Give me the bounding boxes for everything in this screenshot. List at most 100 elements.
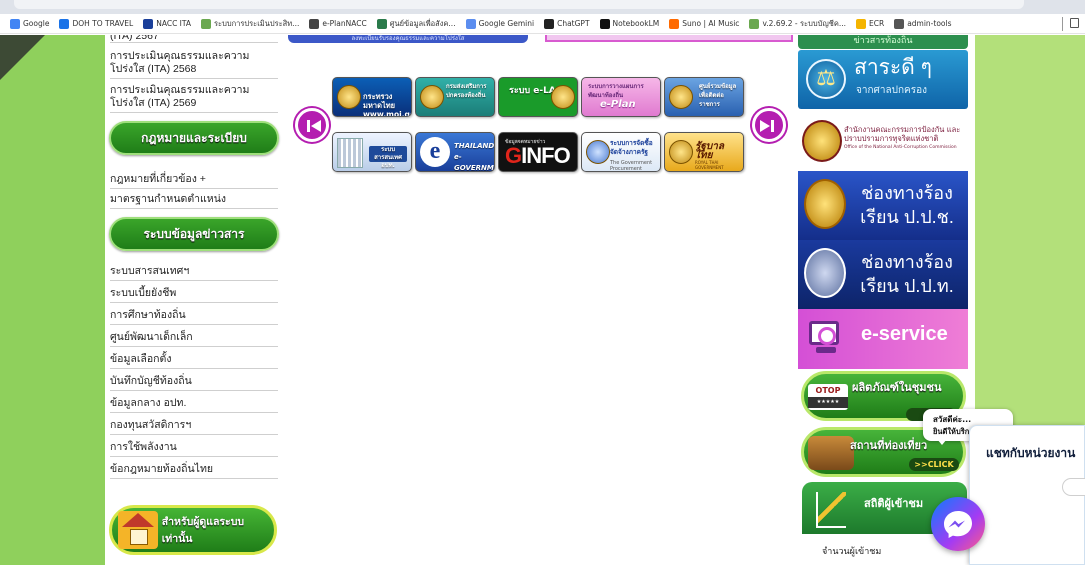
slider-next-button[interactable] <box>752 108 786 142</box>
all-bookmarks-folder-icon[interactable] <box>1070 18 1079 28</box>
data-center-icon <box>376 18 387 29</box>
browser-tab-strip <box>0 0 1085 14</box>
greeting-line-1: สวัสดีค่ะ... <box>933 415 972 424</box>
sidebar-link-ita-2568[interactable]: การประเมินคุณธรรมและความโปร่งใส (ITA) 25… <box>110 49 278 79</box>
home-icon <box>309 18 320 29</box>
bookmark-item[interactable]: ECR <box>856 18 884 29</box>
sidebar-link-info-system[interactable]: ระบบสารสนเทศฯ <box>110 264 278 281</box>
otop-title: ผลิตภัณฑ์ในชุมชน <box>852 381 942 394</box>
sidebar-link-central-data[interactable]: ข้อมูลกลาง อปท. <box>110 396 278 413</box>
procurement-logo-icon <box>586 140 610 164</box>
sidebar-link-related-law[interactable]: กฎหมายที่เกี่ยวข้อง + <box>110 172 278 189</box>
tile-label: กระทรวงมหาดไทย www.moi.go.th <box>363 92 411 117</box>
link-tile-ginfo[interactable]: ข้อมูลจดหมายข่าว GINFO <box>498 132 578 172</box>
sidebar-link-energy[interactable]: การใช้พลังงาน <box>110 440 278 457</box>
sidebar-link-local-law[interactable]: ข้อกฎหมายท้องถิ่นไทย <box>110 462 278 479</box>
address-bar-edge[interactable] <box>14 0 1024 9</box>
link-tile-thai-gov[interactable]: รัฐบาลไทย ROYAL THAI GOVERNMENT <box>664 132 744 172</box>
link-tile-egov[interactable]: eTHAILAND e-GOVERNMENT <box>415 132 495 172</box>
nacc-seal-icon <box>804 179 846 229</box>
bookmark-item[interactable]: Suno | AI Music <box>669 18 739 29</box>
saradee-title: สาระดี ๆ <box>854 56 932 79</box>
bookmark-item[interactable]: admin-tools <box>894 18 952 29</box>
complaint-channel-pacc-banner[interactable]: ช่องทางร้องเรียน ป.ป.ท. <box>798 240 968 309</box>
sidebar-link-position-standard[interactable]: มาตรฐานกำหนดตำแหน่ง <box>110 192 278 209</box>
sidebar-link-ita-2569[interactable]: การประเมินคุณธรรมและความโปร่งใส (ITA) 25… <box>110 83 278 113</box>
e-service-banner[interactable]: e-service <box>798 309 968 369</box>
admin-only-button[interactable]: สำหรับผู้ดูแลระบบเท่านั้น <box>109 505 277 555</box>
bookmark-label: NotebookLM <box>612 19 660 28</box>
local-news-banner[interactable]: ข่าวสารท้องถิ่น <box>798 35 968 49</box>
bookmark-item[interactable]: ศูนย์ข้อมูลเพื่อสังค... <box>376 18 456 30</box>
link-tile-procurement[interactable]: ระบบการจัดซื้อจัดจ้างภาครัฐ The Governmen… <box>581 132 661 172</box>
sidebar-link-welfare-fund[interactable]: กองทุนสวัสดิการฯ <box>110 418 278 435</box>
gov-seal-icon <box>201 18 212 29</box>
sidebar-link-local-education[interactable]: การศึกษาท้องถิ่น <box>110 308 278 325</box>
bookmark-item[interactable]: ระบบการประเมินประสิท... <box>201 18 299 30</box>
ginfo-wordmark: GINFO <box>505 143 571 169</box>
ginfo-g: G <box>505 143 522 168</box>
chat-panel-title: แชทกับหน่วยงาน <box>986 446 1076 460</box>
globe-icon <box>894 18 905 29</box>
visitor-stats-title: สถิติผู้เข้าชม <box>864 497 924 510</box>
bookmark-label: Google <box>23 19 50 28</box>
chat-panel[interactable]: แชทกับหน่วยงาน <box>969 425 1085 565</box>
e-service-title: e-service <box>861 323 948 345</box>
bookmark-item[interactable]: e-PlanNACC <box>309 18 367 29</box>
admin-court-banner[interactable]: ⚖ สาระดี ๆ จากศาลปกครอง <box>798 50 968 109</box>
bookmark-item[interactable]: DOH TO TRAVEL <box>59 18 133 29</box>
sidebar-header-law[interactable]: กฎหมายและระเบียบ <box>109 121 279 155</box>
bookmark-label: ระบบการประเมินประสิท... <box>214 18 300 28</box>
tile-label: กรมส่งเสริมการปกครองท้องถิ่น <box>446 83 487 99</box>
visitor-count-label: จำนวนผู้เข้าชม <box>822 547 882 557</box>
nacc-english-name: Office of the National Anti-Corruption C… <box>844 145 957 150</box>
otop-badge-text: OTOP <box>815 386 841 395</box>
google-icon <box>10 18 20 29</box>
bookmark-item[interactable]: Google <box>10 18 50 29</box>
ecr-icon <box>856 18 866 29</box>
pacc-seal-icon <box>804 248 846 298</box>
link-tile-moi[interactable]: กระทรวงมหาดไทย www.moi.go.th <box>332 77 412 117</box>
chart-icon <box>816 492 846 528</box>
chat-input[interactable] <box>1062 478 1085 496</box>
bookmark-item[interactable]: NotebookLM <box>599 18 660 29</box>
link-tile-info-center[interactable]: ศูนย์รวมข้อมูลเพื่อติดต่อราชการ <box>664 77 744 117</box>
bookmark-label: e-PlanNACC <box>322 19 367 28</box>
bookmark-item[interactable]: NACC ITA <box>143 18 191 29</box>
building-icon <box>669 85 693 109</box>
sidebar-header-info[interactable]: ระบบข้อมูลข่าวสาร <box>109 217 279 251</box>
link-tile-elaas[interactable]: ระบบ e-LAAS <box>498 77 578 117</box>
link-tile-local-info-system[interactable]: ระบบสารสนเทศ อปท. <box>332 132 412 172</box>
travel-title: สถานที่ท่องเที่ยว <box>850 439 928 452</box>
corner-decoration <box>0 35 45 80</box>
web-page: (ITA) 2567 การประเมินคุณธรรมและความโปร่ง… <box>0 35 1085 565</box>
sidebar-link-ita-2567[interactable]: (ITA) 2567 <box>110 35 278 43</box>
complaint-channel-nacc-banner[interactable]: ช่องทางร้องเรียน ป.ป.ช. <box>798 171 968 240</box>
monitor-stand <box>816 347 836 353</box>
pink-banner[interactable] <box>545 35 793 42</box>
link-tile-dla[interactable]: กรมส่งเสริมการปกครองท้องถิ่น <box>415 77 495 117</box>
nacc-banner[interactable]: สำนักงานคณะกรรมการป้องกัน และปราบปรามการ… <box>798 114 968 168</box>
bookmark-item[interactable]: ChatGPT <box>544 18 590 29</box>
bookmark-label: admin-tools <box>907 19 952 28</box>
slider-prev-button[interactable] <box>295 108 329 142</box>
sidebar-link-local-accounting[interactable]: บันทึกบัญชีท้องถิ่น <box>110 374 278 391</box>
integrity-registration-banner[interactable]: ลงทะเบียนรับรองคุณธรรมและความโปร่งใส <box>288 35 528 43</box>
bookmark-item[interactable]: v.2.69.2 - ระบบบัญชีค... <box>749 18 846 30</box>
monitor-icon <box>809 321 839 345</box>
travel-click-pill[interactable]: >>CLICK <box>909 458 959 471</box>
sidebar-link-child-center[interactable]: ศูนย์พัฒนาเด็กเล็ก <box>110 330 278 347</box>
tile-label: ศูนย์รวมข้อมูลเพื่อติดต่อราชการ <box>699 83 737 108</box>
gov-seal-icon <box>749 18 760 29</box>
messenger-icon <box>944 511 972 538</box>
messenger-button[interactable] <box>931 497 985 551</box>
link-tile-eplan[interactable]: ระบบการวางแผนการพัฒนาท้องถิ่น e-Plan <box>581 77 661 117</box>
dla-seal-icon <box>551 85 575 109</box>
gemini-icon <box>465 18 476 29</box>
sidebar-link-allowance[interactable]: ระบบเบี้ยยังชีพ <box>110 286 278 303</box>
sidebar-link-election[interactable]: ข้อมูลเลือกตั้ง <box>110 352 278 369</box>
tile-label: รัฐบาลไทย <box>695 141 724 161</box>
scales-of-justice-icon: ⚖ <box>806 59 846 99</box>
bookmarks-divider <box>1062 17 1063 31</box>
bookmark-item[interactable]: Google Gemini <box>465 18 534 29</box>
